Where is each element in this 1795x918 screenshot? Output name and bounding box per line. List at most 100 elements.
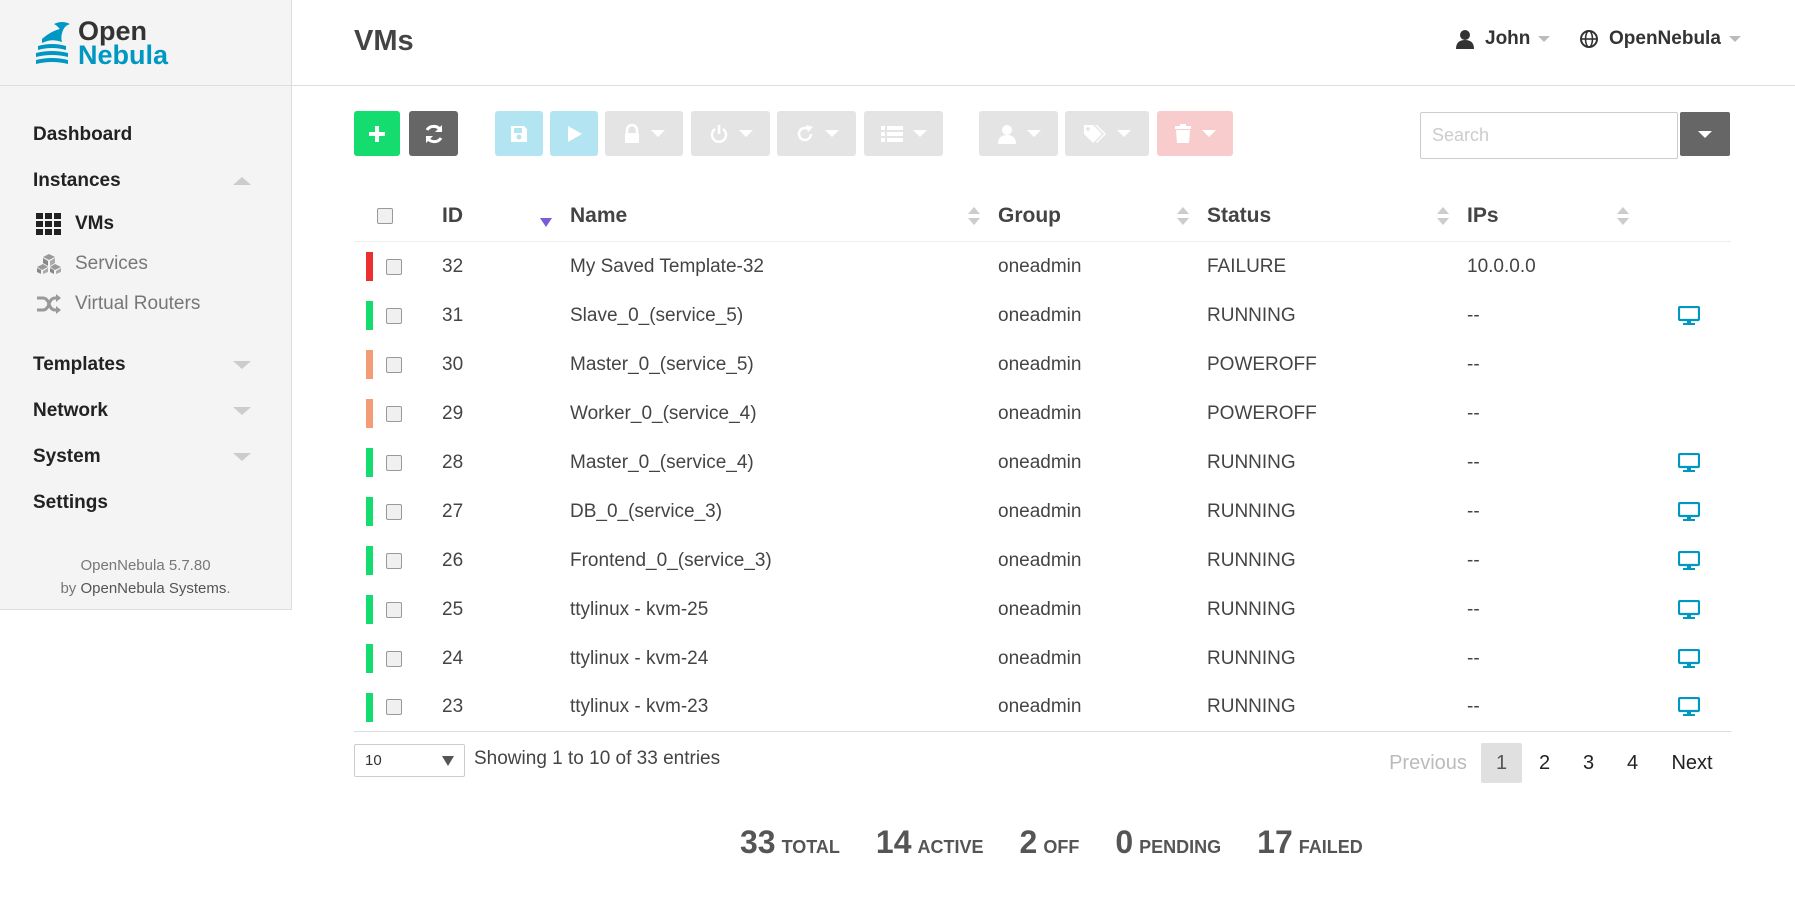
chevron-down-icon xyxy=(1026,130,1041,137)
table-row[interactable]: 29 Worker_0_(service_4) oneadmin POWEROFF -- xyxy=(354,389,1731,438)
pagination-page-4[interactable]: 4 xyxy=(1612,743,1653,783)
sidebar-item-network[interactable]: Network xyxy=(0,388,291,434)
pagination-next[interactable]: Next xyxy=(1658,743,1726,783)
table-row[interactable]: 32 My Saved Template-32 oneadmin FAILURE 10.… xyxy=(354,242,1731,291)
sidebar-item-virtual-routers[interactable]: Virtual Routers xyxy=(0,284,291,324)
search-options-button[interactable] xyxy=(1680,112,1730,156)
pagination-page-2[interactable]: 2 xyxy=(1524,743,1565,783)
stat-number: 14 xyxy=(875,824,912,860)
delete-menu-button[interactable] xyxy=(1157,111,1233,156)
select-all-checkbox[interactable] xyxy=(377,207,393,224)
vm-stats: 33 TOTAL 14 ACTIVE 2 OFF 0 PENDING 17 FA… xyxy=(740,824,1399,861)
sort-icon xyxy=(1437,206,1449,225)
row-checkbox[interactable] xyxy=(386,601,402,618)
search-input[interactable] xyxy=(1420,112,1678,159)
ownership-menu-button[interactable] xyxy=(979,111,1058,156)
row-checkbox[interactable] xyxy=(386,258,402,275)
page-length-select[interactable]: 10 xyxy=(354,744,465,777)
pagination-previous[interactable]: Previous xyxy=(1380,743,1476,783)
row-checkbox[interactable] xyxy=(386,699,402,715)
reboot-menu-button[interactable] xyxy=(777,111,856,156)
sort-icon xyxy=(1177,206,1189,225)
deploy-button[interactable] xyxy=(550,111,598,156)
chevron-down-icon xyxy=(1202,130,1216,137)
vnc-monitor-icon[interactable] xyxy=(1678,305,1700,326)
stat-pending[interactable]: 0 PENDING xyxy=(1115,824,1221,861)
stat-number: 0 xyxy=(1115,824,1134,860)
cell-vnc xyxy=(1647,452,1731,473)
state-indicator xyxy=(366,497,373,526)
row-checkbox[interactable] xyxy=(386,650,402,667)
row-checkbox[interactable] xyxy=(386,503,402,520)
refresh-button[interactable] xyxy=(409,111,458,156)
row-checkbox[interactable] xyxy=(386,454,402,471)
more-actions-menu-button[interactable] xyxy=(864,111,943,156)
user-menu[interactable]: John xyxy=(1455,28,1551,50)
vnc-monitor-icon[interactable] xyxy=(1678,501,1700,522)
stat-active[interactable]: 14 ACTIVE xyxy=(876,824,984,861)
sidebar-item-templates[interactable]: Templates xyxy=(0,342,291,388)
stat-total[interactable]: 33 TOTAL xyxy=(740,824,840,861)
row-checkbox[interactable] xyxy=(386,307,402,324)
cell-group: oneadmin xyxy=(998,402,1082,424)
company-link[interactable]: OpenNebula Systems xyxy=(80,580,226,597)
column-header-group[interactable]: Group xyxy=(998,204,1207,228)
cell-status: RUNNING xyxy=(1207,549,1296,571)
table-row[interactable]: 30 Master_0_(service_5) oneadmin POWEROFF -- xyxy=(354,340,1731,389)
stat-off[interactable]: 2 OFF xyxy=(1020,824,1080,861)
column-header-status[interactable]: Status xyxy=(1207,204,1467,228)
table-row[interactable]: 26 Frontend_0_(service_3) oneadmin RUNNING -… xyxy=(354,536,1731,585)
sidebar-item-dashboard[interactable]: Dashboard xyxy=(0,112,291,158)
column-header-id[interactable]: ID xyxy=(442,204,570,228)
sidebar-item-settings[interactable]: Settings xyxy=(0,480,291,526)
cell-id: 25 xyxy=(442,598,464,620)
state-indicator xyxy=(366,595,373,624)
page-title: VMs xyxy=(354,25,414,57)
table-row[interactable]: 31 Slave_0_(service_5) oneadmin RUNNING -- xyxy=(354,291,1731,340)
column-header-ips[interactable]: IPs xyxy=(1467,204,1647,228)
row-checkbox[interactable] xyxy=(386,552,402,569)
sidebar-item-vms[interactable]: VMs xyxy=(0,204,291,244)
lock-menu-button[interactable] xyxy=(605,111,683,156)
column-header-name[interactable]: Name xyxy=(570,204,998,228)
cell-ips: -- xyxy=(1467,451,1480,473)
zone-menu[interactable]: OpenNebula xyxy=(1579,28,1741,50)
chevron-down-icon xyxy=(912,130,927,137)
page-length-value: 10 xyxy=(365,752,382,769)
table-row[interactable]: 28 Master_0_(service_4) oneadmin RUNNING -- xyxy=(354,438,1731,487)
row-checkbox-cell xyxy=(354,399,442,428)
state-indicator xyxy=(366,692,373,722)
vnc-monitor-icon[interactable] xyxy=(1678,550,1700,571)
table-row[interactable]: 27 DB_0_(service_3) oneadmin RUNNING -- xyxy=(354,487,1731,536)
stat-failed[interactable]: 17 FAILED xyxy=(1257,824,1363,861)
vnc-monitor-icon[interactable] xyxy=(1678,648,1700,669)
sidebar-item-services[interactable]: Services xyxy=(0,244,291,284)
sidebar-item-instances[interactable]: Instances xyxy=(0,158,291,204)
table-row[interactable]: 24 ttylinux - kvm-24 oneadmin RUNNING -- xyxy=(354,634,1731,683)
save-button[interactable] xyxy=(495,111,543,156)
vnc-monitor-icon[interactable] xyxy=(1678,599,1700,620)
pagination-page-3[interactable]: 3 xyxy=(1568,743,1609,783)
refresh-icon xyxy=(425,124,442,143)
vnc-monitor-icon[interactable] xyxy=(1678,452,1700,473)
row-checkbox[interactable] xyxy=(386,405,402,422)
pagination-page-1[interactable]: 1 xyxy=(1481,743,1522,783)
sidebar-item-label: Virtual Routers xyxy=(75,293,201,314)
vnc-monitor-icon[interactable] xyxy=(1678,697,1700,717)
chevron-down-icon xyxy=(651,130,665,137)
by-text: by xyxy=(60,580,77,597)
create-button[interactable] xyxy=(354,111,400,156)
table-row[interactable]: 25 ttylinux - kvm-25 oneadmin RUNNING -- xyxy=(354,585,1731,634)
user-icon xyxy=(997,124,1016,144)
row-checkbox-cell xyxy=(354,448,442,477)
sidebar-item-system[interactable]: System xyxy=(0,434,291,480)
power-menu-button[interactable] xyxy=(691,111,770,156)
sidebar-item-label: Instances xyxy=(33,170,121,191)
cell-group: oneadmin xyxy=(998,304,1082,326)
cell-group: oneadmin xyxy=(998,647,1082,669)
table-row[interactable]: 23 ttylinux - kvm-23 oneadmin RUNNING -- xyxy=(354,683,1731,732)
logo[interactable]: Open Nebula xyxy=(0,0,291,86)
labels-menu-button[interactable] xyxy=(1065,111,1149,156)
row-checkbox[interactable] xyxy=(386,356,402,373)
logo-line-2: Nebula xyxy=(78,39,169,70)
